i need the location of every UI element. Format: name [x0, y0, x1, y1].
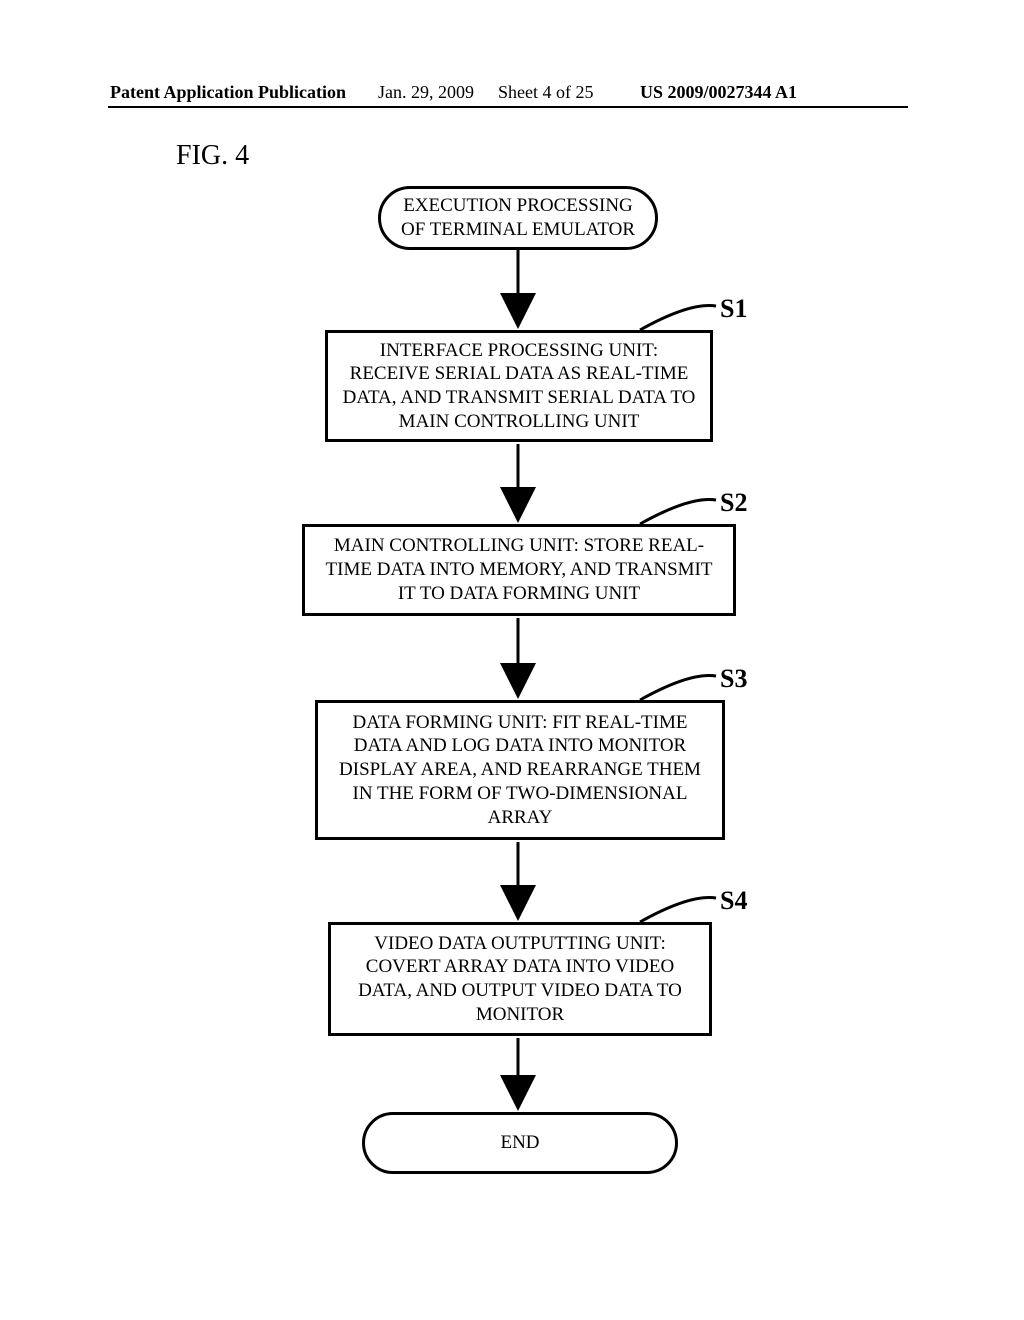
flow-step-s2: MAIN CONTROLLING UNIT: STORE REAL-TIME D… — [302, 524, 736, 616]
flow-step-s3-text: DATA FORMING UNIT: FIT REAL-TIME DATA AN… — [328, 711, 712, 830]
flow-step-s4-text: VIDEO DATA OUTPUTTING UNIT: COVERT ARRAY… — [341, 932, 699, 1027]
figure-number: FIG. 4 — [176, 140, 249, 172]
header-rule — [108, 106, 908, 108]
leader-s1 — [640, 306, 716, 331]
flow-end-text: END — [500, 1131, 539, 1155]
flow-step-s1-text: INTERFACE PROCESSING UNIT: RECEIVE SERIA… — [338, 339, 700, 434]
leader-s4 — [640, 898, 716, 923]
leader-s3 — [640, 676, 716, 701]
page: Patent Application Publication Jan. 29, … — [0, 0, 1024, 1320]
header-date: Jan. 29, 2009 — [378, 82, 474, 103]
header-sheet: Sheet 4 of 25 — [498, 82, 593, 103]
flow-step-s1: INTERFACE PROCESSING UNIT: RECEIVE SERIA… — [325, 330, 713, 442]
leader-s2 — [640, 500, 716, 525]
flow-step-s3-label: S3 — [720, 664, 747, 694]
flow-step-s4-label: S4 — [720, 886, 747, 916]
flow-step-s3: DATA FORMING UNIT: FIT REAL-TIME DATA AN… — [315, 700, 725, 840]
flow-start-terminator: EXECUTION PROCESSING OF TERMINAL EMULATO… — [378, 186, 658, 250]
flow-step-s4: VIDEO DATA OUTPUTTING UNIT: COVERT ARRAY… — [328, 922, 712, 1036]
flow-step-s1-label: S1 — [720, 294, 747, 324]
header-publication: Patent Application Publication — [110, 82, 346, 103]
header-docnum: US 2009/0027344 A1 — [640, 82, 797, 103]
flow-end-terminator: END — [362, 1112, 678, 1174]
flow-step-s2-label: S2 — [720, 488, 747, 518]
flow-start-text: EXECUTION PROCESSING OF TERMINAL EMULATO… — [391, 194, 645, 242]
flow-step-s2-text: MAIN CONTROLLING UNIT: STORE REAL-TIME D… — [315, 534, 723, 605]
